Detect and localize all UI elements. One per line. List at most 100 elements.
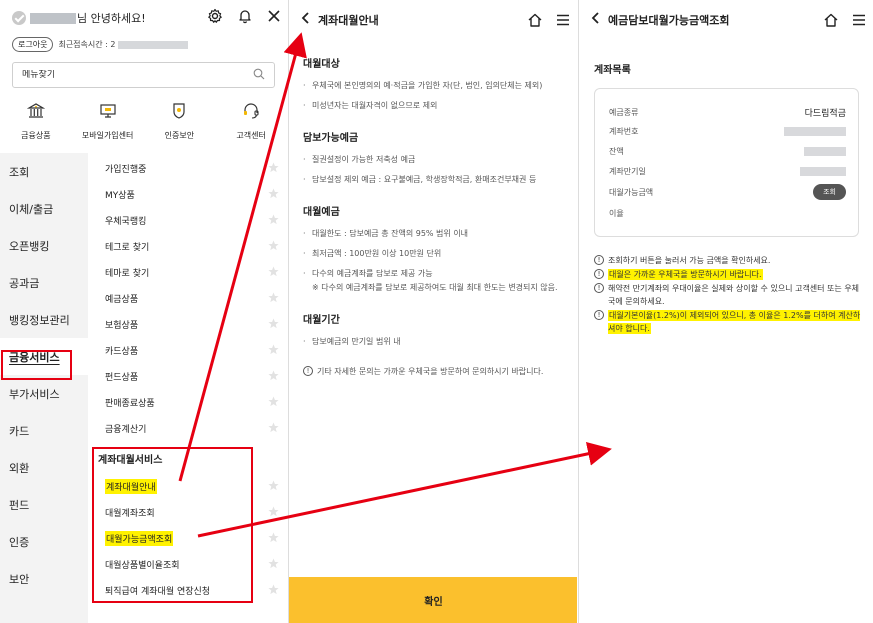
bullet-text: 최저금액 : 100만원 이상 10만원 단위 [303, 247, 569, 261]
star-icon[interactable] [268, 344, 279, 355]
star-icon[interactable] [268, 532, 279, 543]
star-icon[interactable] [268, 292, 279, 303]
star-icon[interactable] [268, 188, 279, 199]
overdraft-guide-panel: 계좌대월안내 대월대상 우체국에 본인명의의 예·적금을 가입한 자(단, 법인… [288, 0, 577, 623]
category-security[interactable]: 보안 [0, 560, 88, 597]
section-title: 대월예금 [303, 207, 340, 218]
submenu-item[interactable]: 금융계산기 [88, 413, 287, 443]
search-icon[interactable] [253, 68, 265, 83]
star-icon[interactable] [268, 214, 279, 225]
hamburger-menu-icon[interactable] [555, 12, 571, 31]
star-icon[interactable] [268, 422, 279, 433]
submenu-label: 테그로 찾기 [105, 242, 150, 253]
category-banking-info[interactable]: 뱅킹정보관리 [0, 301, 88, 338]
header-icons [823, 12, 867, 31]
bullet-note: ※ 다수의 예금계좌를 담보로 제공하여도 대월 최대 한도는 변경되지 않음. [312, 283, 558, 292]
field-label: 계좌번호 [609, 127, 639, 136]
bell-icon[interactable] [237, 8, 253, 24]
bullet-text: 담보설정 제외 예금 : 요구불예금, 학생장학적금, 환매조건부채권 등 [303, 173, 569, 187]
bullet-text: 다수의 예금계좌를 담보로 제공 가능 [312, 269, 433, 278]
account-list-title: 계좌목록 [594, 65, 631, 76]
back-arrow-icon[interactable] [591, 12, 601, 28]
last-login-label: 최근접속시간 : 2 [58, 40, 116, 49]
quick-menu-mobile-center[interactable]: 모바일가입센터 [72, 102, 144, 141]
close-icon[interactable] [267, 9, 281, 23]
greeting-row: 님 안녕하세요! [12, 10, 146, 26]
row-maturity: 계좌만기일 [609, 166, 846, 177]
confirm-button[interactable]: 확인 [289, 577, 577, 623]
star-icon[interactable] [268, 506, 279, 517]
page-header: 예금담보대월가능금액조회 [579, 0, 873, 40]
page-title: 예금담보대월가능금액조회 [608, 14, 730, 27]
guide-content: 대월대상 우체국에 본인명의의 예·적금을 가입한 자(단, 법인, 임의단체는… [303, 55, 569, 379]
star-icon[interactable] [268, 558, 279, 569]
category-forex[interactable]: 외환 [0, 449, 88, 486]
notice-highlight: 대월기본이율(1.2%)이 제외되어 있으니, 총 이율은 1.2%를 더하여 … [608, 310, 861, 334]
bullet-with-note: 다수의 예금계좌를 담보로 제공 가능 ※ 다수의 예금계좌를 담보로 제공하여… [303, 267, 569, 295]
settings-gear-icon[interactable] [207, 8, 223, 24]
section-title: 담보가능예금 [303, 133, 359, 144]
section-period: 대월기간 담보예금의 만기일 범위 내 [303, 311, 569, 349]
star-icon[interactable] [268, 266, 279, 277]
quick-menu-label: 고객센터 [236, 131, 266, 140]
star-icon[interactable] [268, 480, 279, 491]
info-icon: ! [594, 283, 604, 293]
category-utility-bills[interactable]: 공과금 [0, 264, 88, 301]
info-icon: ! [303, 366, 313, 376]
annotation-box-financial-services [1, 350, 72, 380]
quick-menu-label: 인증보안 [164, 131, 195, 140]
info-icon: ! [594, 255, 604, 265]
hamburger-menu-icon[interactable] [851, 12, 867, 31]
logout-button[interactable]: 로그아웃 [12, 37, 54, 52]
bank-icon [26, 103, 45, 118]
quick-menu-label: 금융상품 [21, 131, 51, 140]
star-icon[interactable] [268, 370, 279, 381]
notice-item: ! 조회하기 버튼을 눌러서 가능 금액을 확인하세요. [594, 254, 864, 267]
back-arrow-icon[interactable] [301, 12, 311, 28]
field-label: 대월가능금액 [609, 187, 654, 197]
section-collateral: 담보가능예금 질권설정이 가능한 저축성 예금 담보설정 제외 예금 : 요구불… [303, 129, 569, 187]
notice-item: ! 대월기본이율(1.2%)이 제외되어 있으니, 총 이율은 1.2%를 더하여… [594, 309, 864, 335]
star-icon[interactable] [268, 240, 279, 251]
star-icon[interactable] [268, 162, 279, 173]
info-note: ! 기타 자세한 문의는 가까운 우체국을 방문하여 문의하시기 바랍니다. [303, 365, 569, 379]
star-icon[interactable] [268, 318, 279, 329]
account-card[interactable]: 예금종류 다드림적금 계좌번호 잔액 계좌만기일 대월가능금액 조회 이율 [594, 88, 859, 237]
notice-highlight: 대월은 가까운 우체국을 방문하시기 바랍니다. [608, 269, 763, 280]
annotation-box-overdraft-services [92, 447, 253, 603]
star-icon[interactable] [268, 396, 279, 407]
account-number-masked [784, 127, 846, 136]
notice-text: 조회하기 버튼을 눌러서 가능 금액을 확인하세요. [608, 256, 771, 265]
field-label: 예금종류 [609, 108, 639, 117]
shield-icon [173, 103, 185, 119]
notice-item: ! 해약전 만기계좌의 우대이율은 실제와 상이할 수 있으니 고객센터 또는 우… [594, 282, 864, 308]
query-button[interactable]: 조회 [813, 184, 846, 200]
quick-menu-financial-products[interactable]: 금융상품 [0, 102, 72, 141]
last-login-masked [118, 40, 189, 49]
notice-list: ! 조회하기 버튼을 눌러서 가능 금액을 확인하세요. ! 대월은 가까운 우체국… [594, 254, 864, 336]
menu-search-box[interactable] [12, 62, 275, 88]
category-additional-services[interactable]: 부가서비스 [0, 375, 88, 412]
balance-masked [804, 147, 846, 156]
category-certification[interactable]: 인증 [0, 523, 88, 560]
field-label: 계좌만기일 [609, 167, 646, 176]
category-transfer[interactable]: 이체/출금 [0, 190, 88, 227]
category-fund[interactable]: 펀드 [0, 486, 88, 523]
bullet-text: 우체국에 본인명의의 예·적금을 가입한 자(단, 법인, 임의단체는 제외) [303, 79, 569, 93]
info-icon: ! [594, 269, 604, 279]
deposit-type-value: 다드림적금 [804, 109, 846, 119]
page-title: 계좌대월안내 [318, 14, 379, 27]
notice-item: ! 대월은 가까운 우체국을 방문하시기 바랍니다. [594, 268, 864, 281]
submenu-label: 가입진행중 [105, 164, 147, 175]
menu-search-input[interactable] [22, 70, 253, 80]
quick-menu-auth-security[interactable]: 인증보안 [144, 102, 216, 141]
category-open-banking[interactable]: 오픈뱅킹 [0, 227, 88, 264]
quick-menu-row: 금융상품 모바일가입센터 인증보안 고객센터 [0, 102, 287, 141]
home-icon[interactable] [823, 12, 839, 31]
section-overdraft-deposit: 대월예금 대월한도 : 담보예금 총 잔액의 95% 범위 이내 최저금액 : … [303, 203, 569, 295]
category-card[interactable]: 카드 [0, 412, 88, 449]
category-inquiry[interactable]: 조회 [0, 153, 88, 190]
quick-menu-customer-center[interactable]: 고객센터 [215, 102, 287, 141]
star-icon[interactable] [268, 584, 279, 595]
home-icon[interactable] [527, 12, 543, 31]
